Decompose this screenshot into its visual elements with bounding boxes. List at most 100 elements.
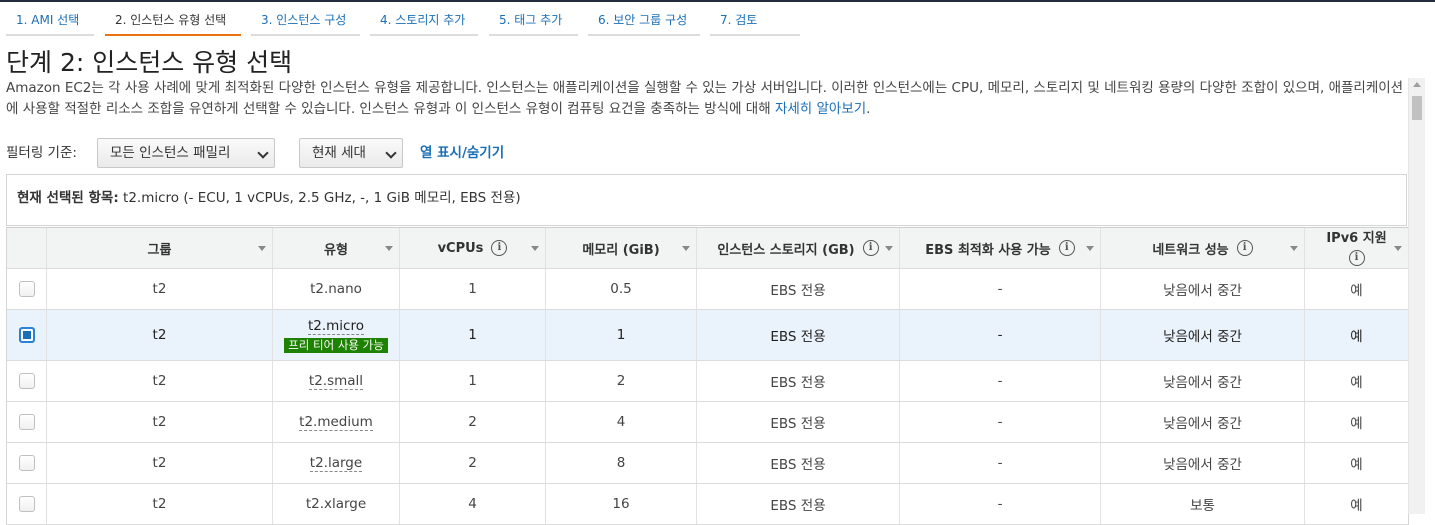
sort-icon[interactable] xyxy=(885,246,893,251)
current-selection-value: t2.micro (- ECU, 1 vCPUs, 2.5 GHz, -, 1 … xyxy=(123,190,521,206)
instance-family-value: 모든 인스턴스 패밀리 xyxy=(110,145,231,161)
info-icon[interactable]: i xyxy=(1348,250,1365,266)
step-ami[interactable]: 1. AMI 선택 xyxy=(6,2,94,36)
cell-vcpus: 1 xyxy=(400,269,546,309)
page-description: Amazon EC2는 각 사용 사례에 맞게 최적화된 다양한 인스턴스 유형… xyxy=(6,78,1406,120)
header-group-label: 그룹 xyxy=(147,242,172,258)
step-review[interactable]: 7. 검토 xyxy=(710,2,800,36)
header-network[interactable]: 네트워크 성능 i xyxy=(1101,228,1305,268)
header-ebs-optimized[interactable]: EBS 최적화 사용 가능 i xyxy=(900,228,1101,268)
sort-icon[interactable] xyxy=(531,246,539,251)
table-row[interactable]: t2 t2.medium 2 4 EBS 전용 - 낮음에서 중간 예 xyxy=(7,402,1408,443)
sort-icon[interactable] xyxy=(1290,246,1298,251)
cell-ebs: - xyxy=(900,269,1101,309)
cell-memory: 16 xyxy=(546,484,697,524)
step-add-tags[interactable]: 5. 태그 추가 xyxy=(489,2,578,36)
header-storage-label: 인스턴스 스토리지 (GB) xyxy=(717,242,855,258)
sort-icon[interactable] xyxy=(1394,246,1402,251)
cell-ebs: - xyxy=(900,484,1101,524)
row-checkbox[interactable] xyxy=(18,327,35,343)
instance-type-name[interactable]: t2.medium xyxy=(299,414,373,431)
chevron-down-icon xyxy=(385,147,397,159)
header-ipv6-label: IPv6 지원 xyxy=(1326,231,1387,246)
row-checkbox[interactable] xyxy=(18,496,35,512)
cell-group: t2 xyxy=(47,484,273,524)
cell-ebs: - xyxy=(900,402,1101,442)
cell-group: t2 xyxy=(47,361,273,401)
cell-network: 낮음에서 중간 xyxy=(1101,402,1305,442)
instance-type-name[interactable]: t2.large xyxy=(309,455,363,472)
cell-ipv6: 예 xyxy=(1350,329,1363,345)
instance-type-name[interactable]: t2.small xyxy=(308,373,364,390)
cell-network: 낮음에서 중간 xyxy=(1101,269,1305,309)
row-select-cell xyxy=(7,310,47,360)
scrollbar-thumb[interactable] xyxy=(1412,96,1422,120)
header-select xyxy=(7,228,47,268)
step-add-storage[interactable]: 4. 스토리지 추가 xyxy=(370,2,478,36)
table-row[interactable]: t2 t2.large 2 8 EBS 전용 - 낮음에서 중간 예 xyxy=(7,443,1408,484)
cell-ebs: - xyxy=(900,310,1101,360)
cell-memory: 8 xyxy=(546,443,697,483)
sort-icon[interactable] xyxy=(1086,246,1094,251)
header-instance-storage[interactable]: 인스턴스 스토리지 (GB) i xyxy=(697,228,900,268)
header-group[interactable]: 그룹 xyxy=(47,228,273,268)
cell-ipv6: 예 xyxy=(1350,457,1363,473)
cell-type: t2.nano xyxy=(273,269,400,309)
row-checkbox[interactable] xyxy=(18,455,35,471)
header-type[interactable]: 유형 xyxy=(273,228,400,268)
instance-type-name[interactable]: t2.micro xyxy=(307,318,364,335)
row-select-cell xyxy=(7,269,47,309)
table-row[interactable]: t2 t2.xlarge 4 16 EBS 전용 - 보통 예 xyxy=(7,484,1408,525)
cell-network: 낮음에서 중간 xyxy=(1101,310,1305,360)
cell-vcpus: 1 xyxy=(400,361,546,401)
step-configure-instance[interactable]: 3. 인스턴스 구성 xyxy=(251,2,360,36)
table-row-selected[interactable]: t2 t2.micro 프리 티어 사용 가능 1 1 EBS 전용 - 낮음에… xyxy=(7,310,1408,361)
cell-storage: EBS 전용 xyxy=(697,402,900,442)
row-checkbox[interactable] xyxy=(18,373,35,389)
cell-group: t2 xyxy=(47,443,273,483)
vertical-scrollbar[interactable] xyxy=(1408,78,1425,514)
cell-ipv6: 예 xyxy=(1350,283,1363,299)
cell-storage: EBS 전용 xyxy=(697,484,900,524)
sort-icon[interactable] xyxy=(385,246,393,251)
cell-network: 낮음에서 중간 xyxy=(1101,443,1305,483)
info-icon[interactable]: i xyxy=(862,240,879,256)
current-selection-text: 현재 선택된 항목: t2.micro (- ECU, 1 vCPUs, 2.5… xyxy=(17,186,521,206)
sort-icon[interactable] xyxy=(682,246,690,251)
row-checkbox[interactable] xyxy=(18,414,35,430)
cell-network: 보통 xyxy=(1101,484,1305,524)
cell-group: t2 xyxy=(47,269,273,309)
cell-memory: 1 xyxy=(546,310,697,360)
current-selection-box: 현재 선택된 항목: t2.micro (- ECU, 1 vCPUs, 2.5… xyxy=(6,174,1407,226)
info-icon[interactable]: i xyxy=(491,240,508,256)
row-select-cell xyxy=(7,361,47,401)
sort-icon[interactable] xyxy=(258,246,266,251)
header-vcpus[interactable]: vCPUs i xyxy=(400,228,546,268)
instance-family-select[interactable]: 모든 인스턴스 패밀리 xyxy=(97,138,275,168)
description-text: Amazon EC2는 각 사용 사례에 맞게 최적화된 다양한 인스턴스 유형… xyxy=(6,80,1404,117)
cell-memory: 4 xyxy=(546,402,697,442)
cell-storage: EBS 전용 xyxy=(697,443,900,483)
row-checkbox[interactable] xyxy=(18,281,35,297)
step-security-group[interactable]: 6. 보안 그룹 구성 xyxy=(588,2,700,36)
learn-more-link[interactable]: 자세히 알아보기 xyxy=(775,101,866,117)
header-memory[interactable]: 메모리 (GiB) xyxy=(546,228,697,268)
header-ipv6[interactable]: IPv6 지원 i xyxy=(1305,228,1408,268)
table-row[interactable]: t2 t2.nano 1 0.5 EBS 전용 - 낮음에서 중간 예 xyxy=(7,269,1408,310)
table-row[interactable]: t2 t2.small 1 2 EBS 전용 - 낮음에서 중간 예 xyxy=(7,361,1408,402)
show-hide-columns-link[interactable]: 열 표시/숨기기 xyxy=(420,143,504,163)
instance-type-table: 그룹 유형 vCPUs i 메모리 (GiB) 인스턴스 스토리지 (GB) i E… xyxy=(6,227,1409,525)
scroll-up-arrow-icon[interactable] xyxy=(1413,82,1421,87)
info-icon[interactable]: i xyxy=(1058,240,1075,256)
cell-memory: 2 xyxy=(546,361,697,401)
info-icon[interactable]: i xyxy=(1236,240,1253,256)
step-instance-type[interactable]: 2. 인스턴스 유형 선택 xyxy=(105,2,241,36)
cell-ipv6: 예 xyxy=(1350,416,1363,432)
generation-value: 현재 세대 xyxy=(312,145,366,161)
cell-network: 낮음에서 중간 xyxy=(1101,361,1305,401)
generation-select[interactable]: 현재 세대 xyxy=(299,138,403,168)
cell-storage: EBS 전용 xyxy=(697,361,900,401)
filter-label: 필터링 기준: xyxy=(6,145,77,161)
header-memory-label: 메모리 (GiB) xyxy=(582,242,660,258)
header-ebs-label: EBS 최적화 사용 가능 xyxy=(925,242,1051,258)
